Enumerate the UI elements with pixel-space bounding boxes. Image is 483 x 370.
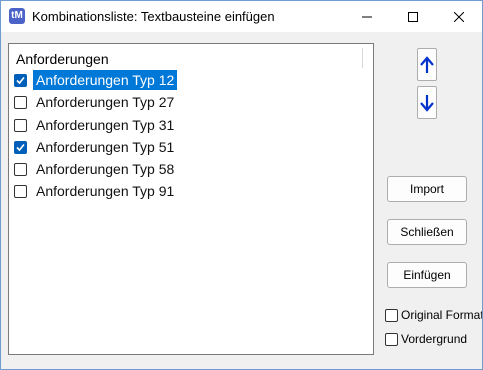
- dialog-window: tM Kombinationsliste: Textbausteine einf…: [0, 0, 483, 370]
- list-header: Anforderungen: [16, 51, 109, 67]
- arrow-down-icon: [420, 94, 434, 112]
- arrow-up-icon: [420, 55, 434, 73]
- import-button[interactable]: Import: [387, 176, 467, 202]
- move-up-button[interactable]: [417, 48, 437, 81]
- item-checkbox[interactable]: [14, 162, 27, 176]
- item-checkbox[interactable]: [14, 184, 27, 198]
- list-item[interactable]: Anforderungen Typ 58: [14, 159, 177, 179]
- maximize-button[interactable]: [390, 1, 436, 32]
- item-checkbox[interactable]: [14, 95, 27, 109]
- item-label: Anforderungen Typ 12: [33, 70, 178, 90]
- title-bar: tM Kombinationsliste: Textbausteine einf…: [1, 1, 482, 32]
- item-checkbox[interactable]: [14, 140, 27, 154]
- item-label: Anforderungen Typ 58: [36, 161, 175, 177]
- original-format-checkbox[interactable]: [385, 308, 398, 322]
- move-down-button[interactable]: [417, 86, 437, 119]
- list-item[interactable]: Anforderungen Typ 27: [14, 92, 177, 112]
- checkmark-icon: [16, 143, 25, 151]
- original-format-label: Original Format: [401, 308, 483, 322]
- close-icon: [454, 11, 464, 22]
- checkmark-icon: [16, 76, 25, 84]
- item-checkbox[interactable]: [14, 73, 27, 87]
- insert-button[interactable]: Einfügen: [387, 262, 467, 288]
- maximize-icon: [408, 11, 418, 22]
- minimize-button[interactable]: [344, 1, 390, 32]
- checklist-box[interactable]: Anforderungen Anforderungen Typ 12 Anfor…: [8, 43, 374, 355]
- foreground-option[interactable]: Vordergrund: [385, 332, 467, 346]
- item-label: Anforderungen Typ 51: [36, 139, 175, 155]
- list-item[interactable]: Anforderungen Typ 31: [14, 115, 177, 135]
- foreground-checkbox[interactable]: [385, 332, 398, 346]
- item-label: Anforderungen Typ 31: [36, 117, 175, 133]
- window-title: Kombinationsliste: Textbausteine einfüge…: [32, 9, 275, 24]
- list-item[interactable]: Anforderungen Typ 12: [14, 70, 178, 90]
- close-window-button[interactable]: [436, 1, 482, 32]
- foreground-label: Vordergrund: [401, 332, 468, 346]
- item-label: Anforderungen Typ 91: [36, 183, 175, 199]
- close-button[interactable]: Schließen: [387, 219, 467, 245]
- list-item[interactable]: Anforderungen Typ 91: [14, 181, 177, 201]
- item-label: Anforderungen Typ 27: [36, 94, 175, 110]
- minimize-icon: [362, 16, 372, 17]
- item-checkbox[interactable]: [14, 118, 27, 132]
- original-format-option[interactable]: Original Format: [385, 308, 483, 322]
- app-logo-icon: tM: [9, 8, 25, 24]
- column-divider: [362, 48, 363, 68]
- list-item[interactable]: Anforderungen Typ 51: [14, 137, 177, 157]
